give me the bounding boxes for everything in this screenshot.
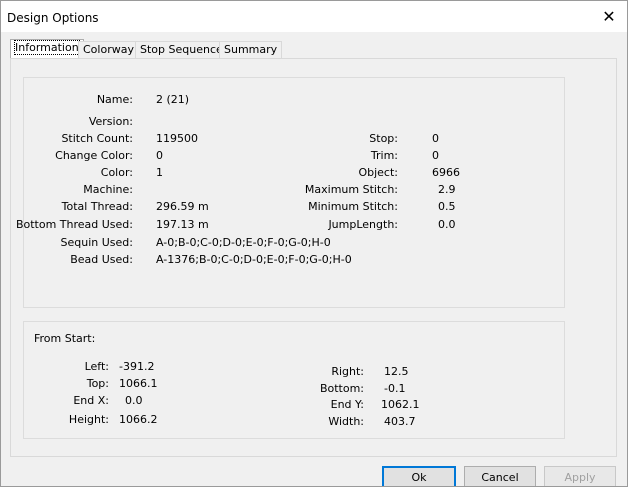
width-label: Width: xyxy=(328,415,364,428)
object-label: Object: xyxy=(358,166,398,179)
maximum-stitch-label: Maximum Stitch: xyxy=(304,183,398,196)
name-value: 2 (21) xyxy=(156,93,190,106)
version-label: Version: xyxy=(88,115,133,128)
minimum-stitch-label: Minimum Stitch: xyxy=(308,200,398,213)
bead-used-label: Bead Used: xyxy=(70,253,133,266)
right-label: Right: xyxy=(331,365,364,378)
design-options-dialog: Design Options ✕ Information Colorway St… xyxy=(0,0,628,487)
end-y-label: End Y: xyxy=(330,398,364,411)
object-value: 6966 xyxy=(432,166,460,179)
jump-length-value: 0.0 xyxy=(438,218,456,231)
color-value: 1 xyxy=(156,166,163,179)
left-label: Left: xyxy=(84,360,109,373)
maximum-stitch-value: 2.9 xyxy=(438,183,456,196)
width-value: 403.7 xyxy=(384,415,416,428)
top-label: Top: xyxy=(86,377,109,390)
stop-value: 0 xyxy=(432,132,439,145)
bottom-thread-label: Bottom Thread Used: xyxy=(15,218,133,231)
title-bar: Design Options ✕ xyxy=(1,1,627,32)
close-icon[interactable]: ✕ xyxy=(599,7,619,27)
height-value: 1066.2 xyxy=(119,413,158,426)
stitch-count-value: 119500 xyxy=(156,132,198,145)
tab-information[interactable]: Information xyxy=(10,39,84,59)
height-label: Height: xyxy=(68,413,109,426)
trim-label: Trim: xyxy=(370,149,398,162)
tab-summary[interactable]: Summary xyxy=(219,41,283,58)
jump-length-label: JumpLength: xyxy=(328,218,398,231)
stitch-count-label: Stitch Count: xyxy=(61,132,133,145)
from-start-group: From Start: Left: -391.2 Top: 1066.1 End… xyxy=(23,321,565,439)
total-thread-value: 296.59 m xyxy=(156,200,209,213)
sequin-used-label: Sequin Used: xyxy=(60,236,133,249)
left-value: -391.2 xyxy=(119,360,155,373)
minimum-stitch-value: 0.5 xyxy=(438,200,456,213)
machine-label: Machine: xyxy=(83,183,133,196)
dialog-title: Design Options xyxy=(7,11,99,25)
apply-button[interactable]: Apply xyxy=(544,466,616,486)
color-label: Color: xyxy=(100,166,133,179)
end-y-value: 1062.1 xyxy=(381,398,420,411)
bottom-label: Bottom: xyxy=(319,382,364,395)
stop-label: Stop: xyxy=(369,132,398,145)
right-value: 12.5 xyxy=(384,365,409,378)
change-color-value: 0 xyxy=(156,149,163,162)
bottom-thread-value: 197.13 m xyxy=(156,218,209,231)
end-x-value: 0.0 xyxy=(125,394,143,407)
trim-value: 0 xyxy=(432,149,439,162)
bottom-value: -0.1 xyxy=(384,382,406,395)
tab-stop-sequence[interactable]: Stop Sequence xyxy=(135,41,228,58)
background-window-strip xyxy=(227,1,471,6)
from-start-title: From Start: xyxy=(34,332,96,345)
information-page: Name: 2 (21) Version: Stitch Count: 1195… xyxy=(10,58,617,457)
cancel-button[interactable]: Cancel xyxy=(464,466,536,486)
end-x-label: End X: xyxy=(73,394,109,407)
change-color-label: Change Color: xyxy=(55,149,133,162)
design-info-group: Name: 2 (21) Version: Stitch Count: 1195… xyxy=(16,77,565,308)
bead-used-value: A-1376;B-0;C-0;D-0;E-0;F-0;G-0;H-0 xyxy=(156,253,352,266)
sequin-used-value: A-0;B-0;C-0;D-0;E-0;F-0;G-0;H-0 xyxy=(156,236,331,249)
tab-colorway[interactable]: Colorway xyxy=(78,41,139,58)
top-value: 1066.1 xyxy=(119,377,158,390)
name-label: Name: xyxy=(96,93,133,106)
ok-button[interactable]: Ok xyxy=(382,466,456,486)
total-thread-label: Total Thread: xyxy=(61,200,133,213)
dialog-body: Information Colorway Stop Sequence Summa… xyxy=(1,32,627,486)
